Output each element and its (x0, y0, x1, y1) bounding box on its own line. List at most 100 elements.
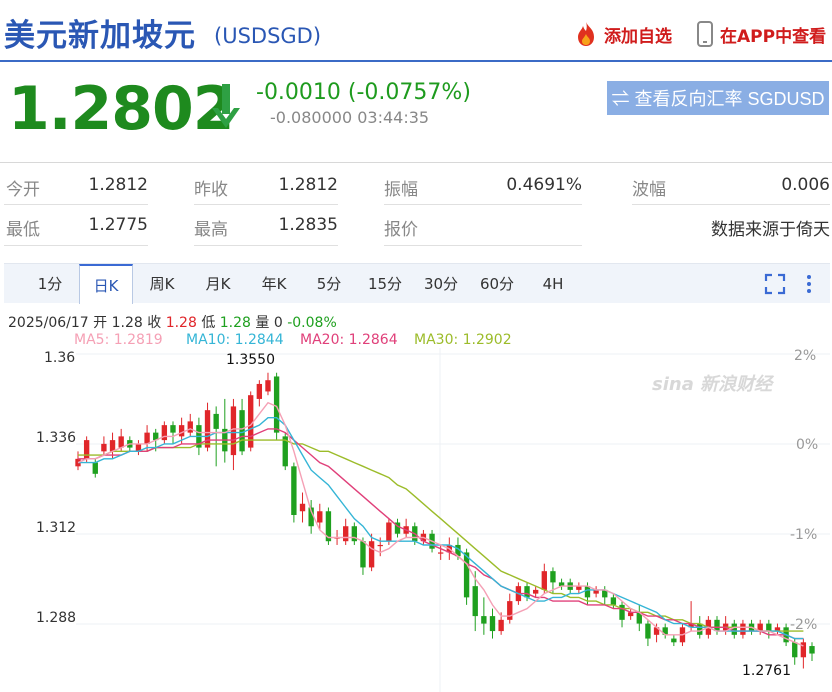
page-header: 美元新加坡元 (USDSGD) 添加自选 在APP中查看 (0, 0, 832, 62)
open-app-button[interactable]: 在APP中查看 (696, 20, 826, 48)
current-price: 1.2802 (8, 74, 235, 144)
tab-yearly-k[interactable]: 年K (248, 264, 300, 304)
candle-body (377, 544, 383, 547)
page-title: 美元新加坡元 (4, 18, 196, 54)
tab-weekly-k[interactable]: 周K (136, 264, 188, 304)
candle (489, 608, 496, 639)
grid-lines (76, 348, 830, 692)
candle (714, 616, 720, 635)
add-favorite-button[interactable]: 添加自选 (572, 20, 672, 48)
candle (809, 642, 815, 662)
candle (558, 578, 565, 590)
candle-body (584, 586, 591, 598)
fire-icon (578, 22, 594, 46)
candle (265, 372, 271, 396)
candle (230, 398, 237, 471)
candle-body (239, 410, 245, 452)
candle (161, 421, 168, 444)
tab-60min[interactable]: 60分 (470, 264, 524, 304)
candle (394, 518, 401, 538)
candle-body (714, 619, 720, 632)
data-source: 数据来源于倚天 (711, 220, 830, 240)
candle-body (170, 425, 176, 433)
candle-body (645, 623, 651, 639)
info-low: 1.28 (219, 315, 251, 331)
candle (671, 634, 677, 647)
reverse-rate-button[interactable]: ⇌ 查看反向汇率 SGDUSD (607, 81, 829, 115)
high-value: 1.2835 (278, 215, 338, 235)
prev-close-label: 昨收 (194, 180, 228, 200)
tab-15min[interactable]: 15分 (358, 264, 412, 304)
stats-panel: 今开 1.2812 昨收 1.2812 振幅 0.4691% 波幅 0.006 … (0, 162, 832, 246)
pct-tick-label: 0% (796, 437, 818, 453)
chart-tabs: 1分 日K 周K 月K 年K 5分 15分 30分 60分 4H (4, 263, 830, 304)
candle (766, 619, 772, 639)
tab-monthly-k[interactable]: 月K (192, 264, 244, 304)
candle (800, 638, 807, 669)
candle (75, 451, 81, 471)
candle-body (610, 597, 617, 605)
candle-body (766, 623, 772, 632)
candle-body (472, 586, 478, 617)
candle-body (101, 443, 107, 452)
tab-daily-k[interactable]: 日K (79, 264, 133, 304)
ma30-label: MA30: 1.2902 (414, 332, 512, 348)
open-value: 1.2812 (88, 175, 148, 195)
candlestick-chart[interactable]: 1.36 1.336 1.312 1.288 2% 0% -1% -2% sin… (0, 348, 832, 692)
y-tick-label: 1.312 (36, 520, 76, 536)
candle (627, 608, 634, 620)
candle-body (507, 601, 513, 620)
y-tick-label: 1.36 (44, 350, 75, 366)
candle-body (438, 552, 444, 554)
volatility-label: 波幅 (632, 180, 666, 200)
candle (213, 406, 219, 467)
candle (532, 586, 539, 598)
candle-body (178, 425, 185, 437)
candle-body (671, 638, 677, 643)
candle (740, 619, 746, 639)
ticker-symbol: (USDSGD) (214, 24, 322, 48)
tab-4h[interactable]: 4H (526, 264, 580, 304)
candle (291, 462, 297, 523)
row-divider (194, 204, 338, 205)
ma10-label: MA10: 1.2844 (186, 332, 284, 348)
candle-body (273, 376, 280, 433)
candle (299, 492, 306, 523)
candle (170, 421, 176, 444)
candle-body (265, 380, 271, 392)
candle-body (144, 432, 150, 444)
tab-30min[interactable]: 30分 (414, 264, 468, 304)
row-divider (4, 204, 148, 205)
candle-body (109, 440, 116, 452)
candle (187, 413, 193, 437)
quote-label: 报价 (384, 220, 418, 240)
fullscreen-icon[interactable] (764, 273, 786, 295)
candle (343, 518, 349, 545)
tab-1min[interactable]: 1分 (24, 264, 76, 304)
row-divider (194, 245, 338, 246)
add-favorite-label: 添加自选 (604, 26, 672, 47)
candle (135, 440, 142, 456)
row-divider (384, 204, 582, 205)
candle-body (550, 571, 556, 583)
candle-body (291, 466, 297, 515)
candle-info-line: 2025/06/17 开 1.28 收 1.28 低 1.28 量 0 -0.0… (8, 312, 337, 332)
candle-body (740, 623, 746, 635)
more-options-icon[interactable] (804, 273, 814, 295)
candle (645, 619, 651, 647)
candle (101, 436, 107, 456)
info-close-label: 收 (147, 315, 162, 331)
row-divider (632, 204, 830, 205)
page: 美元新加坡元 (USDSGD) 添加自选 在APP中查看 1.2802 -0.0… (0, 0, 832, 692)
y-tick-label: 1.288 (36, 610, 76, 626)
tab-5min[interactable]: 5分 (303, 264, 355, 304)
volatility-value: 0.006 (781, 175, 830, 195)
price-change: -0.0010 (-0.0757%) (256, 80, 471, 105)
candle (351, 522, 358, 545)
high-label: 最高 (194, 220, 228, 240)
candle (593, 586, 599, 598)
candle (576, 582, 582, 594)
candle-body (83, 440, 90, 459)
candle-body (541, 571, 547, 590)
candle (619, 601, 625, 628)
